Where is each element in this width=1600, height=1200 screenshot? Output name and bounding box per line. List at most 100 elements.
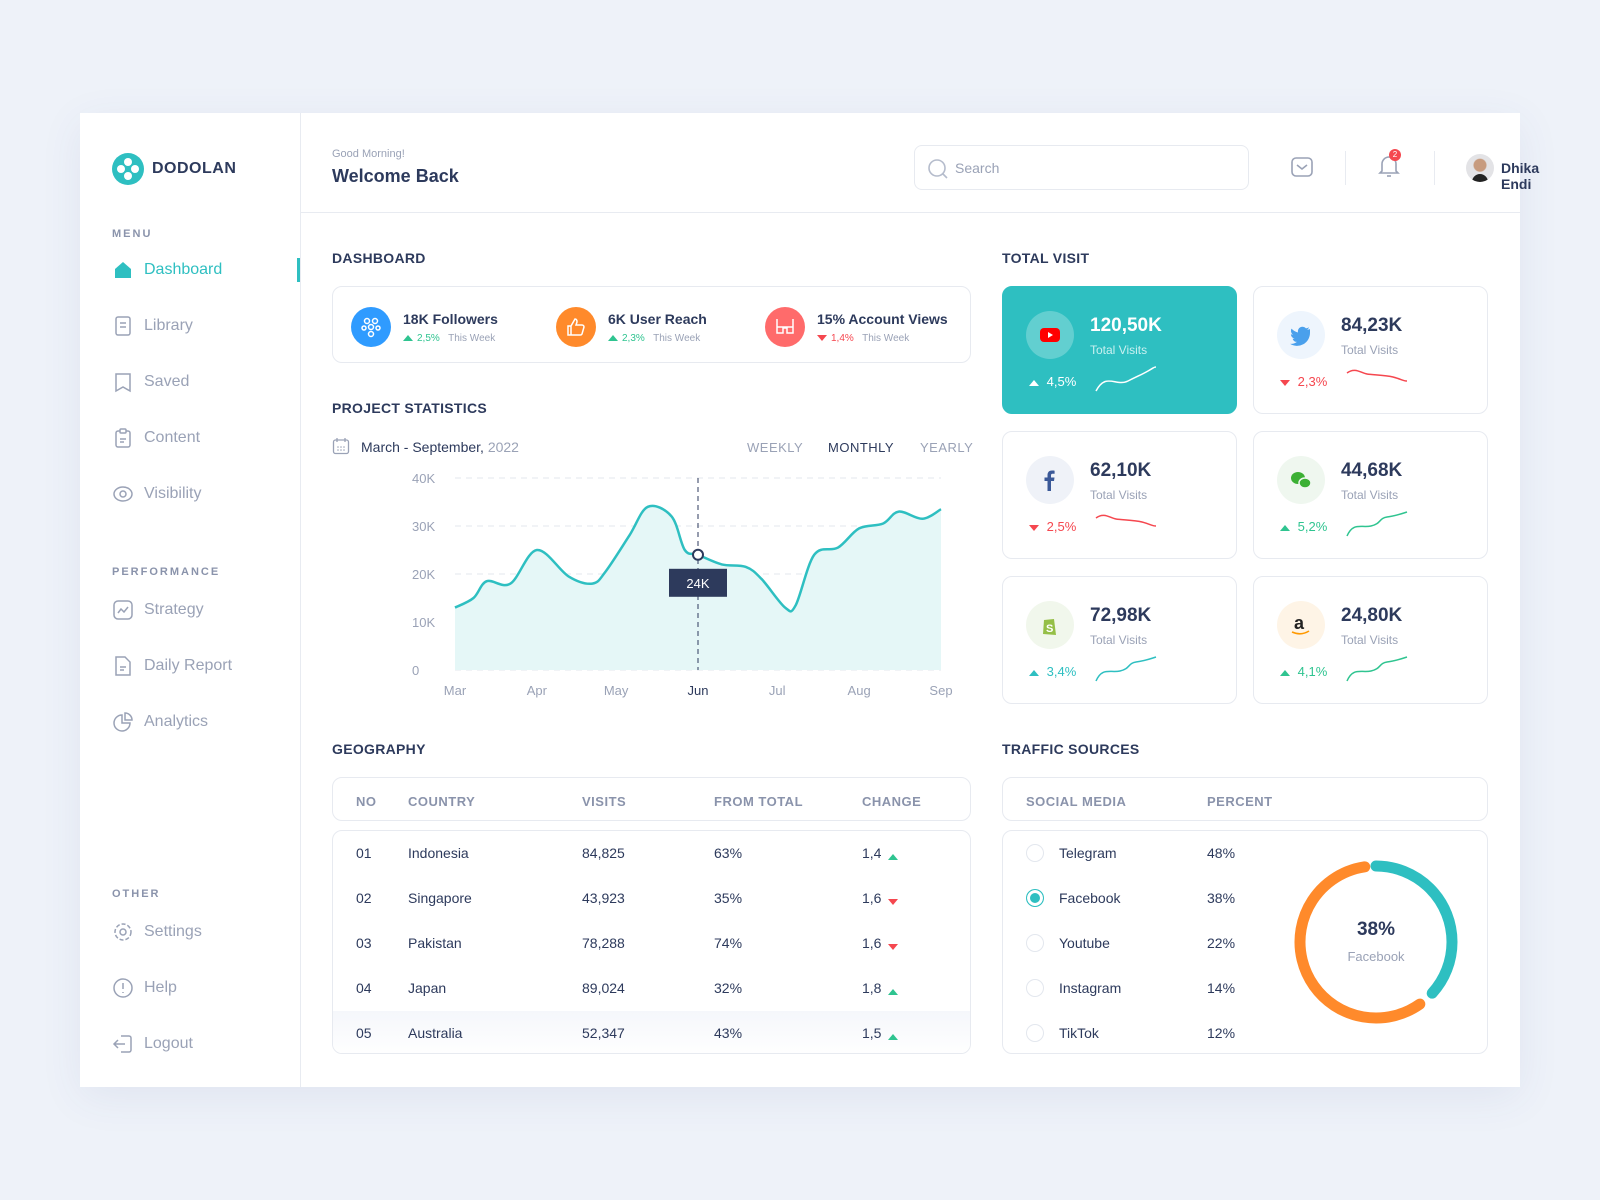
radio-button[interactable] bbox=[1026, 844, 1044, 862]
sparkline bbox=[1346, 656, 1408, 682]
visit-card-youtube[interactable]: 120,50K Total Visits 4,5% bbox=[1002, 286, 1237, 414]
donut-segment-rest bbox=[1294, 860, 1458, 1024]
sidebar-item-analytics[interactable]: Analytics bbox=[112, 710, 208, 734]
brand-logo[interactable]: DODOLAN bbox=[112, 153, 236, 185]
visit-card-wechat[interactable]: 44,68K Total Visits 5,2% bbox=[1253, 431, 1488, 559]
highlight-point[interactable] bbox=[692, 548, 704, 561]
visit-value: 84,23K bbox=[1341, 315, 1403, 336]
y-tick-label: 30K bbox=[412, 519, 435, 534]
source-name: Telegram bbox=[1059, 845, 1117, 861]
logo-icon bbox=[112, 153, 144, 185]
x-tick-label: Apr bbox=[527, 683, 548, 698]
tooltip-value: 24K bbox=[686, 576, 709, 591]
date-range-months: March - September, bbox=[361, 439, 484, 455]
trend-up-icon bbox=[608, 334, 618, 341]
trend-up-icon bbox=[1029, 379, 1039, 386]
stat-item: 6K User Reach 2,3% This Week bbox=[556, 307, 707, 347]
radio-button[interactable] bbox=[1026, 889, 1044, 907]
column-header[interactable]: NO bbox=[356, 794, 377, 809]
stat-item: 18K Followers 2,5% This Week bbox=[351, 307, 498, 347]
trend-up-icon bbox=[888, 848, 902, 864]
search-input[interactable]: Search bbox=[914, 145, 1249, 190]
sidebar-item-label: Strategy bbox=[144, 601, 204, 618]
stat-change: 2,3% bbox=[608, 333, 645, 344]
visit-label: Total Visits bbox=[1090, 633, 1148, 647]
visit-card-shopify[interactable]: S 72,98K Total Visits 3,4% bbox=[1002, 576, 1237, 704]
visit-change: 2,5% bbox=[1029, 519, 1076, 534]
stat-item: 15% Account Views 1,4% This Week bbox=[765, 307, 948, 347]
visit-value: 24,80K bbox=[1341, 605, 1403, 626]
x-tick-label: Mar bbox=[444, 683, 467, 698]
calendar-icon[interactable] bbox=[332, 437, 350, 455]
trend-down-icon bbox=[817, 334, 827, 341]
table-cell: Indonesia bbox=[408, 845, 469, 861]
sparkline bbox=[1346, 369, 1408, 382]
sidebar-item-settings[interactable]: Settings bbox=[112, 920, 202, 944]
trend-up-icon bbox=[888, 983, 902, 999]
notification-button[interactable]: 2 bbox=[1377, 149, 1403, 181]
tab-yearly[interactable]: YEARLY bbox=[920, 440, 973, 455]
header: Good Morning! Welcome Back Search 2 Dhik… bbox=[301, 113, 1539, 213]
trend-up-icon bbox=[403, 334, 413, 341]
geography-title: GEOGRAPHY bbox=[332, 741, 426, 757]
avatar[interactable] bbox=[1466, 154, 1494, 182]
table-row[interactable]: 04 Japan 89,024 32% 1,8 bbox=[333, 966, 970, 1011]
tab-weekly[interactable]: WEEKLY bbox=[747, 440, 803, 455]
radio-button[interactable] bbox=[1026, 979, 1044, 997]
wechat-icon bbox=[1277, 456, 1325, 504]
column-header[interactable]: CHANGE bbox=[862, 794, 921, 809]
visit-value: 62,10K bbox=[1090, 460, 1152, 481]
user-name[interactable]: Dhika Endi bbox=[1501, 160, 1539, 192]
table-row[interactable]: 02 Singapore 43,923 35% 1,6 bbox=[333, 876, 970, 921]
radio-button[interactable] bbox=[1026, 934, 1044, 952]
visit-change: 2,3% bbox=[1280, 374, 1327, 389]
sidebar-item-label: Dashboard bbox=[144, 261, 223, 278]
stat-title: 15% Account Views bbox=[817, 310, 948, 327]
sidebar-item-daily-report[interactable]: Daily Report bbox=[112, 654, 232, 678]
column-header[interactable]: FROM TOTAL bbox=[714, 794, 803, 809]
stat-period: This Week bbox=[653, 332, 701, 344]
source-name: Facebook bbox=[1059, 890, 1121, 906]
tab-monthly[interactable]: MONTHLY bbox=[828, 440, 894, 455]
table-cell: 03 bbox=[356, 935, 372, 951]
traffic-row[interactable]: Facebook 38% bbox=[1003, 876, 1287, 921]
mail-icon[interactable] bbox=[1290, 156, 1314, 178]
visit-card-twitter[interactable]: 84,23K Total Visits 2,3% bbox=[1253, 286, 1488, 414]
y-tick-label: 0 bbox=[412, 663, 419, 678]
x-tick-label: Jul bbox=[769, 683, 786, 698]
table-row[interactable]: 01 Indonesia 84,825 63% 1,4 bbox=[333, 831, 970, 876]
sidebar-item-content[interactable]: Content bbox=[112, 426, 200, 450]
date-range[interactable]: March - September, 2022 bbox=[361, 439, 519, 455]
traffic-row[interactable]: TikTok 12% bbox=[1003, 1011, 1287, 1056]
column-header[interactable]: VISITS bbox=[582, 794, 626, 809]
stat-change: 1,4% bbox=[817, 333, 854, 344]
traffic-row[interactable]: Instagram 14% bbox=[1003, 966, 1287, 1011]
sparkline bbox=[1095, 514, 1157, 527]
table-row[interactable]: 03 Pakistan 78,288 74% 1,6 bbox=[333, 921, 970, 966]
sidebar-item-logout[interactable]: Logout bbox=[112, 1032, 193, 1056]
visit-label: Total Visits bbox=[1090, 343, 1148, 357]
column-header[interactable]: COUNTRY bbox=[408, 794, 475, 809]
traffic-row[interactable]: Youtube 22% bbox=[1003, 921, 1287, 966]
table-row[interactable]: 05 Australia 52,347 43% 1,5 bbox=[333, 1011, 970, 1053]
sidebar-item-help[interactable]: Help bbox=[112, 976, 177, 1000]
sidebar-item-strategy[interactable]: Strategy bbox=[112, 598, 204, 622]
sidebar-item-saved[interactable]: Saved bbox=[112, 370, 189, 394]
traffic-row[interactable]: Telegram 48% bbox=[1003, 831, 1287, 876]
visit-label: Total Visits bbox=[1341, 488, 1399, 502]
thumbs-up-icon bbox=[556, 307, 596, 347]
visit-card-facebook[interactable]: 62,10K Total Visits 2,5% bbox=[1002, 431, 1237, 559]
sparkline bbox=[1095, 656, 1157, 682]
svg-text:S: S bbox=[1046, 623, 1053, 635]
sidebar-item-label: Logout bbox=[144, 1035, 193, 1052]
sidebar-item-library[interactable]: Library bbox=[112, 314, 193, 338]
brand-name: DODOLAN bbox=[152, 160, 237, 177]
visit-card-amazon[interactable]: a 24,80K Total Visits 4,1% bbox=[1253, 576, 1488, 704]
sidebar-item-label: Content bbox=[144, 429, 201, 446]
sidebar-item-visibility[interactable]: Visibility bbox=[112, 482, 202, 506]
sidebar-item-dashboard[interactable]: Dashboard bbox=[112, 258, 222, 282]
traffic-table-header: SOCIAL MEDIA PERCENT bbox=[1002, 777, 1488, 821]
table-cell: 74% bbox=[714, 935, 743, 951]
radio-button[interactable] bbox=[1026, 1024, 1044, 1042]
project-statistics-chart[interactable]: 0 10K 20K 30K 40K Mar Apr May Jun Jul Aug Sep 24K bbox=[320, 468, 980, 708]
